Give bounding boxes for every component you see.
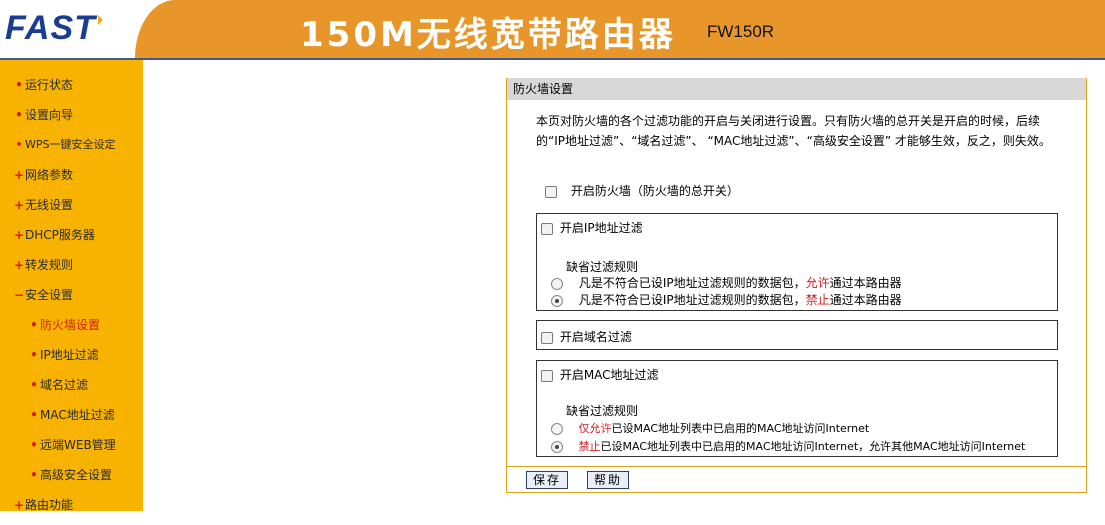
mac-filter-section: 开启MAC地址过滤 缺省过滤规则 仅允许已设MAC地址列表中已启用的MAC地址访… (536, 360, 1058, 457)
sidebar-item-remote-web[interactable]: • 远端WEB管理 (28, 435, 171, 465)
mac-rule-allow-only-suffix: 已设MAC地址列表中已启用的MAC地址访问Internet (611, 422, 870, 435)
sidebar-item-security[interactable]: −安全设置 (13, 285, 156, 315)
sidebar-item-label: 远端WEB管理 (40, 438, 116, 452)
bullet-icon: • (30, 408, 38, 422)
sidebar-item-label: 防火墙设置 (40, 318, 101, 332)
ip-filter-label: 开启IP地址过滤 (559, 221, 643, 235)
domain-filter-label: 开启域名过滤 (559, 330, 632, 344)
logo-mark-icon (97, 15, 103, 25)
sidebar-item-label: 高级安全设置 (40, 468, 113, 482)
bullet-icon: • (30, 318, 38, 332)
firewall-settings-panel: 防火墙设置 本页对防火墙的各个过滤功能的开启与关闭进行设置。只有防火墙的总开关是… (506, 78, 1087, 493)
expand-plus-icon: + (13, 198, 25, 212)
sidebar-item-mac-filter[interactable]: • MAC地址过滤 (28, 405, 171, 435)
header-divider (0, 58, 1105, 60)
expand-plus-icon: + (13, 498, 25, 512)
mac-rule-deny-keyword: 禁止 (578, 440, 601, 453)
mac-rule-allow-only-keyword: 仅允许 (578, 422, 612, 435)
ip-rule-allow-row: 凡是不符合已设IP地址过滤规则的数据包，允许通过本路由器 (551, 274, 902, 291)
firewall-master-checkbox[interactable] (545, 185, 557, 198)
domain-filter-toggle-row: 开启域名过滤 (541, 328, 632, 345)
sidebar-item-advanced-security[interactable]: • 高级安全设置 (28, 465, 171, 495)
expand-plus-icon: + (13, 228, 25, 242)
bullet-icon: • (30, 438, 38, 452)
header: FAST 150M无线宽带路由器 FW150R (0, 0, 1105, 60)
bullet-icon: • (15, 78, 23, 92)
ip-rule-deny-row: 凡是不符合已设IP地址过滤规则的数据包，禁止通过本路由器 (551, 291, 902, 308)
mac-filter-checkbox[interactable] (541, 369, 553, 382)
bullet-icon: • (15, 108, 23, 122)
product-title: 150M无线宽带路由器 (300, 15, 676, 55)
sidebar-item-label: WPS一键安全设定 (25, 138, 116, 151)
ip-filter-toggle-row: 开启IP地址过滤 (541, 219, 643, 236)
ip-rule-allow-radio[interactable] (551, 277, 563, 290)
mac-filter-label: 开启MAC地址过滤 (559, 368, 659, 382)
mac-rule-deny-row: 禁止已设MAC地址列表中已启用的MAC地址访问Internet，允许其他MAC地… (551, 438, 1025, 454)
mac-filter-toggle-row: 开启MAC地址过滤 (541, 366, 659, 383)
sidebar-item-domain-filter[interactable]: • 域名过滤 (28, 375, 171, 405)
header-banner: 150M无线宽带路由器 FW150R (135, 0, 1105, 58)
sidebar-item-label: 转发规则 (25, 258, 74, 272)
ip-default-rule-label: 缺省过滤规则 (566, 260, 639, 274)
bullet-icon: • (15, 138, 23, 151)
bullet-icon: • (30, 378, 38, 392)
sidebar-item-label: MAC地址过滤 (40, 408, 115, 422)
sidebar-item-label: 域名过滤 (40, 378, 89, 392)
sidebar-item-label: IP地址过滤 (40, 348, 99, 362)
sidebar-item-firewall[interactable]: • 防火墙设置 (28, 315, 171, 345)
save-button[interactable]: 保存 (526, 471, 569, 489)
sidebar-item-wizard[interactable]: • 设置向导 (13, 105, 156, 135)
master-switch-label: 开启防火墙（防火墙的总开关） (570, 184, 739, 198)
expand-plus-icon: + (13, 258, 25, 272)
expand-plus-icon: + (13, 168, 25, 182)
ip-rule-deny-prefix: 凡是不符合已设IP地址过滤规则的数据包， (578, 293, 806, 307)
ip-rule-allow-keyword: 允许 (805, 276, 830, 290)
collapse-minus-icon: − (13, 288, 25, 302)
panel-footer-divider (507, 466, 1086, 467)
logo-text: FAST (5, 9, 96, 47)
ip-rule-deny-suffix: 通过本路由器 (829, 293, 902, 307)
domain-filter-checkbox[interactable] (541, 331, 553, 344)
panel-title-bar: 防火墙设置 (507, 78, 1086, 100)
ip-filter-checkbox[interactable] (541, 222, 553, 235)
sidebar-nav: • 运行状态 • 设置向导 • WPS一键安全设定 +网络参数 +无线设置 +DHCP… (0, 60, 143, 512)
page-description: 本页对防火墙的各个过滤功能的开启与关闭进行设置。只有防火墙的总开关是开启的时候，… (536, 114, 1051, 148)
ip-rule-deny-radio[interactable] (551, 294, 563, 307)
sidebar-item-status[interactable]: • 运行状态 (13, 75, 156, 105)
sidebar-item-network[interactable]: +网络参数 (13, 165, 156, 195)
sidebar-item-label: 无线设置 (25, 198, 74, 212)
domain-filter-section: 开启域名过滤 (536, 320, 1058, 350)
ip-filter-section: 开启IP地址过滤 缺省过滤规则 凡是不符合已设IP地址过滤规则的数据包，允许通过… (536, 213, 1058, 311)
ip-rule-allow-suffix: 通过本路由器 (829, 276, 902, 290)
sidebar-item-ip-filter[interactable]: • IP地址过滤 (28, 345, 171, 375)
sidebar-item-routing[interactable]: +路由功能 (13, 495, 156, 525)
help-button[interactable]: 帮助 (587, 471, 630, 489)
master-switch-row: 开启防火墙（防火墙的总开关） (545, 182, 739, 199)
fast-logo: FAST (5, 9, 103, 48)
ip-rule-deny-keyword: 禁止 (805, 293, 830, 307)
mac-default-rule-label: 缺省过滤规则 (566, 404, 639, 418)
mac-rule-allow-only-radio[interactable] (551, 423, 563, 435)
sidebar-item-label: 路由功能 (25, 498, 74, 512)
sidebar-item-label: 网络参数 (25, 168, 74, 182)
sidebar-item-label: 运行状态 (25, 78, 74, 92)
mac-rule-allow-only-row: 仅允许已设MAC地址列表中已启用的MAC地址访问Internet (551, 420, 869, 436)
bullet-icon: • (30, 468, 38, 482)
sidebar-item-wps[interactable]: • WPS一键安全设定 (13, 135, 156, 165)
sidebar-item-label: DHCP服务器 (25, 228, 95, 242)
mac-rule-deny-suffix: 已设MAC地址列表中已启用的MAC地址访问Internet，允许其他MAC地址访… (600, 440, 1026, 453)
ip-rule-allow-prefix: 凡是不符合已设IP地址过滤规则的数据包， (578, 276, 806, 290)
sidebar-item-dhcp[interactable]: +DHCP服务器 (13, 225, 156, 255)
sidebar-item-label: 设置向导 (25, 108, 74, 122)
bullet-icon: • (30, 348, 38, 362)
sidebar-item-label: 安全设置 (25, 288, 74, 302)
page-title: 防火墙设置 (513, 82, 574, 96)
model-number: FW150R (707, 22, 775, 41)
mac-rule-deny-radio[interactable] (551, 441, 563, 453)
sidebar-item-wireless[interactable]: +无线设置 (13, 195, 156, 225)
sidebar-item-forwarding[interactable]: +转发规则 (13, 255, 156, 285)
